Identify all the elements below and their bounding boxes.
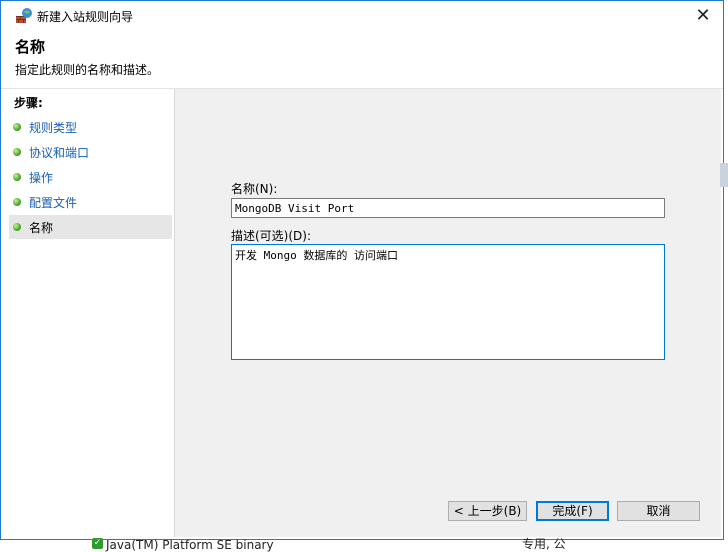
back-button[interactable]: < 上一步(B)	[448, 501, 527, 521]
wizard-dialog: 新建入站规则向导 ✕ 名称 指定此规则的名称和描述。 步骤: 规则类型 协议和端…	[0, 0, 724, 540]
finish-button[interactable]: 完成(F)	[536, 501, 609, 521]
background-scrollbar	[720, 163, 728, 187]
name-label: 名称(N):	[231, 182, 278, 196]
name-input[interactable]	[231, 198, 665, 218]
step-item-name[interactable]: 名称	[9, 215, 172, 239]
cancel-button[interactable]: 取消	[617, 501, 700, 521]
step-label: 操作	[29, 171, 54, 185]
background-list-item: ✓ Java(TM) Platform SE binary	[92, 538, 274, 552]
enabled-check-icon: ✓	[92, 538, 103, 549]
background-row-label: Java(TM) Platform SE binary	[106, 538, 274, 552]
step-label: 规则类型	[29, 121, 78, 135]
window-title: 新建入站规则向导	[37, 10, 134, 24]
page-description: 指定此规则的名称和描述。	[15, 63, 160, 77]
close-icon[interactable]: ✕	[691, 4, 715, 28]
step-item-profile[interactable]: 配置文件	[9, 190, 172, 214]
content-panel: 名称(N): 描述(可选)(D): 开发 Mongo 数据库的 访问端口 < 上…	[175, 89, 721, 537]
step-item-rule-type[interactable]: 规则类型	[9, 115, 172, 139]
description-input[interactable]: 开发 Mongo 数据库的 访问端口	[231, 244, 665, 360]
step-item-protocol-port[interactable]: 协议和端口	[9, 140, 172, 164]
step-label: 协议和端口	[29, 146, 90, 160]
step-bullet-icon	[13, 148, 21, 156]
step-bullet-icon	[13, 198, 21, 206]
background-row-profile: 专用, 公	[522, 537, 566, 551]
step-bullet-icon	[13, 223, 21, 231]
step-item-action[interactable]: 操作	[9, 165, 172, 189]
step-bullet-icon	[13, 173, 21, 181]
steps-panel: 步骤: 规则类型 协议和端口 操作 配置文件 名称	[9, 89, 175, 537]
firewall-icon	[15, 7, 33, 25]
page-title: 名称	[15, 38, 46, 56]
step-label: 配置文件	[29, 196, 78, 210]
step-label: 名称	[29, 221, 54, 235]
description-label: 描述(可选)(D):	[231, 229, 312, 243]
steps-heading: 步骤:	[14, 96, 43, 110]
title-bar: 新建入站规则向导 ✕	[1, 1, 723, 31]
step-bullet-icon	[13, 123, 21, 131]
